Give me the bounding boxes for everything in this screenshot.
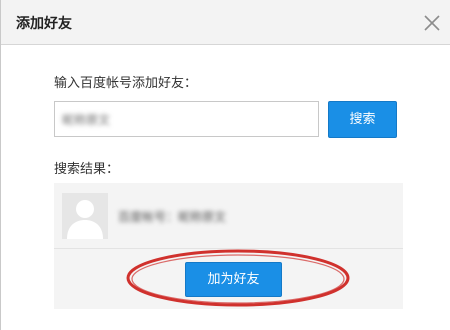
search-results-label: 搜索结果： [54,162,120,177]
add-friend-button[interactable]: 加为好友 [185,262,282,297]
account-search-input[interactable] [54,101,319,137]
default-avatar-icon [62,193,108,239]
result-account-name: 百度帐号：昵称原文 [118,210,227,224]
add-friend-dialog: 添加好友 输入百度帐号添加好友： 昵称原文 搜索 搜索结果： 百度帐号：昵称原文… [0,0,450,330]
close-icon[interactable] [421,12,443,34]
search-button[interactable]: 搜索 [328,101,397,138]
dialog-titlebar: 添加好友 [1,0,450,45]
list-item[interactable]: 百度帐号：昵称原文 [54,183,403,249]
dialog-title: 添加好友 [16,16,72,32]
search-results-panel: 百度帐号：昵称原文 加为好友 [54,183,403,309]
add-friend-label: 输入百度帐号添加好友： [54,76,198,91]
